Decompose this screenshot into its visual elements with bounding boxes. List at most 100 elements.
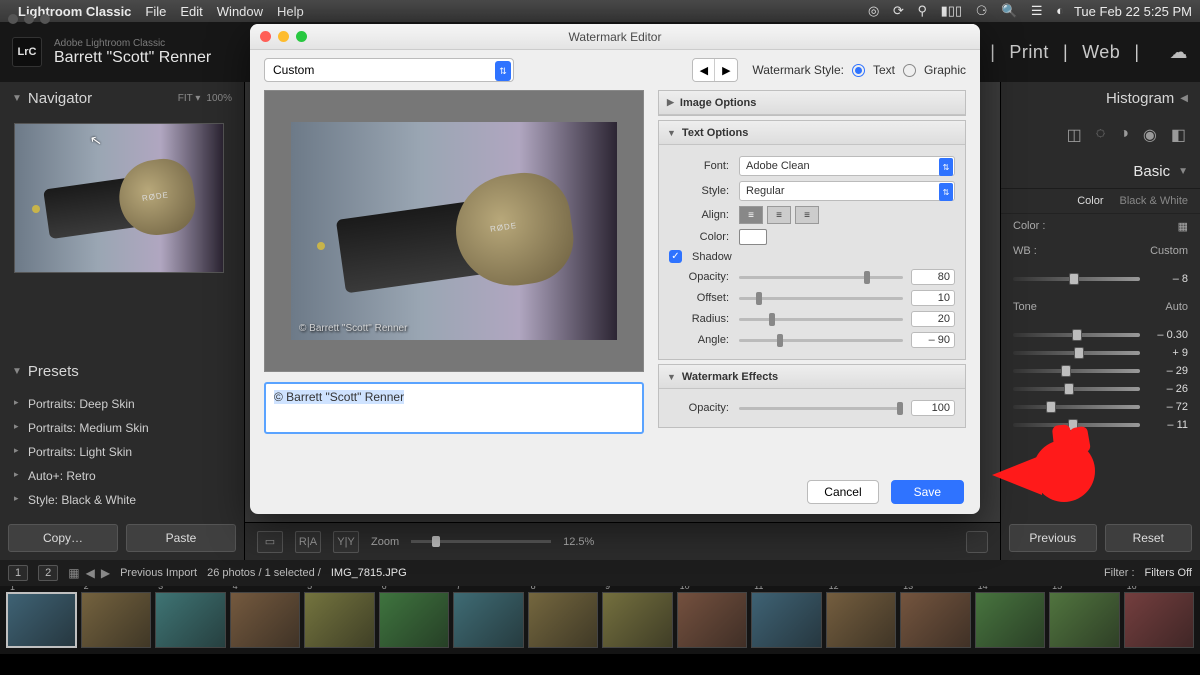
menu-file[interactable]: File — [145, 4, 166, 19]
redeye-tool-icon[interactable]: ◉ — [1143, 125, 1157, 145]
filmstrip-item[interactable]: 3 — [155, 592, 226, 648]
treatment-bw[interactable]: Black & White — [1120, 195, 1188, 207]
back-icon[interactable]: ◀ — [86, 566, 95, 580]
shadow-2-slider[interactable] — [739, 318, 903, 321]
shadow-3-value[interactable]: – 90 — [911, 332, 955, 348]
highlights-slider[interactable] — [1013, 369, 1140, 373]
menu-edit[interactable]: Edit — [180, 4, 202, 19]
shadow-checkbox[interactable]: ✓ — [669, 250, 682, 263]
text-options-header[interactable]: ▼Text Options — [659, 121, 965, 145]
profile-grid-icon[interactable]: ▦ — [1178, 220, 1188, 233]
shadow-1-value[interactable]: 10 — [911, 290, 955, 306]
heal-tool-icon[interactable]: ◌ — [1096, 125, 1106, 145]
basic-header[interactable]: Basic ▼ — [1001, 155, 1200, 189]
filmstrip-item[interactable]: 13 — [900, 592, 971, 648]
module-item[interactable]: Print — [1009, 42, 1049, 63]
preset-item[interactable]: Portraits: Deep Skin — [0, 392, 244, 416]
filmstrip[interactable]: 12345678910111213141516 — [0, 586, 1200, 654]
temp-slider[interactable] — [1013, 277, 1140, 281]
filmstrip-item[interactable]: 1 — [6, 592, 77, 648]
filmstrip-item[interactable]: 7 — [453, 592, 524, 648]
save-button[interactable]: Save — [891, 480, 964, 504]
crop-tool-icon[interactable]: ◫ — [1067, 125, 1082, 145]
gradient-tool-icon[interactable]: ◧ — [1171, 125, 1186, 145]
menubar-clock[interactable]: Tue Feb 22 5:25 PM — [1074, 4, 1192, 19]
grid-icon[interactable]: ▦ — [68, 566, 79, 580]
battery-icon[interactable]: ▮▯▯ — [941, 3, 962, 18]
siri-icon[interactable]: ◐ — [1056, 3, 1064, 18]
navigator-thumbnail[interactable] — [14, 123, 224, 273]
mask-tool-icon[interactable]: ◑ — [1119, 125, 1129, 145]
contrast-slider[interactable] — [1013, 351, 1140, 355]
style-graphic-radio[interactable] — [903, 64, 916, 77]
filmstrip-item[interactable]: 2 — [81, 592, 152, 648]
treatment-color[interactable]: Color — [1077, 195, 1103, 207]
shadows-slider[interactable] — [1013, 387, 1140, 391]
zoom-slider[interactable] — [411, 540, 551, 543]
filmstrip-item[interactable]: 16 — [1124, 592, 1195, 648]
spotlight-icon[interactable]: 🔍 — [1001, 3, 1017, 18]
secondary-display-1[interactable]: 1 — [8, 565, 28, 581]
cloud-sync-icon[interactable]: ☁ — [1170, 42, 1189, 63]
effects-header[interactable]: ▼Watermark Effects — [659, 365, 965, 389]
image-options-header[interactable]: ▶Image Options — [659, 91, 965, 115]
presets-header[interactable]: ▼ Presets — [0, 355, 244, 388]
exposure-slider[interactable] — [1013, 333, 1140, 337]
preset-item[interactable]: Style: Black & White — [0, 488, 244, 512]
wifi-icon[interactable]: ⚆ — [976, 3, 988, 18]
align-left-button[interactable]: ≡ — [739, 206, 763, 224]
style-text-radio[interactable] — [852, 64, 865, 77]
shadow-0-value[interactable]: 80 — [911, 269, 955, 285]
shadow-0-slider[interactable] — [739, 276, 903, 279]
bluetooth-icon[interactable]: ⚲ — [917, 3, 927, 18]
previous-button[interactable]: Previous — [1009, 524, 1097, 552]
auto-button[interactable]: Auto — [1165, 301, 1188, 313]
filmstrip-item[interactable]: 11 — [751, 592, 822, 648]
shadow-3-slider[interactable] — [739, 339, 903, 342]
secondary-display-2[interactable]: 2 — [38, 565, 58, 581]
cc-icon[interactable]: ◎ — [868, 3, 879, 18]
filmstrip-item[interactable]: 5 — [304, 592, 375, 648]
before-after-tb-icon[interactable]: Y|Y — [333, 531, 359, 553]
fwd-icon[interactable]: ▶ — [101, 566, 110, 580]
reset-button[interactable]: Reset — [1105, 524, 1193, 552]
filmstrip-item[interactable]: 12 — [826, 592, 897, 648]
nav-fit[interactable]: FIT ▾ — [178, 93, 201, 104]
font-select[interactable]: Adobe Clean⇅ — [739, 156, 955, 176]
watermark-text-input[interactable]: © Barrett "Scott" Renner — [264, 382, 644, 434]
shadow-2-value[interactable]: 20 — [911, 311, 955, 327]
filmstrip-item[interactable]: 8 — [528, 592, 599, 648]
copy-button[interactable]: Copy… — [8, 524, 118, 552]
dialog-traffic-lights[interactable] — [260, 31, 307, 42]
whites-slider[interactable] — [1013, 405, 1140, 409]
preset-item[interactable]: Auto+: Retro — [0, 464, 244, 488]
loupe-view-icon[interactable]: ▭ — [257, 531, 283, 553]
preset-dropdown[interactable]: Custom ⇅ — [264, 58, 514, 82]
preset-item[interactable]: Portraits: Medium Skin — [0, 416, 244, 440]
filmstrip-item[interactable]: 6 — [379, 592, 450, 648]
paste-button[interactable]: Paste — [126, 524, 236, 552]
sync-icon[interactable]: ⟳ — [893, 3, 904, 18]
navigator-header[interactable]: ▼ Navigator FIT ▾ 100% — [0, 82, 244, 115]
preset-item[interactable]: Portraits: Light Skin — [0, 440, 244, 464]
filmstrip-item[interactable]: 9 — [602, 592, 673, 648]
menu-window[interactable]: Window — [217, 4, 263, 19]
wb-value[interactable]: Custom — [1150, 245, 1188, 257]
color-swatch[interactable] — [739, 229, 767, 245]
filter-value[interactable]: Filters Off — [1145, 567, 1192, 579]
menu-help[interactable]: Help — [277, 4, 304, 19]
effects-opacity-slider[interactable] — [739, 407, 903, 410]
effects-opacity-value[interactable]: 100 — [911, 400, 955, 416]
control-center-icon[interactable]: ☰ — [1031, 3, 1043, 18]
histogram-header[interactable]: Histogram ◀ — [1001, 82, 1200, 115]
before-after-lr-icon[interactable]: R|A — [295, 531, 321, 553]
cancel-button[interactable]: Cancel — [807, 480, 878, 504]
shadow-1-slider[interactable] — [739, 297, 903, 300]
align-right-button[interactable]: ≡ — [795, 206, 819, 224]
style-select[interactable]: Regular⇅ — [739, 181, 955, 201]
filmstrip-item[interactable]: 10 — [677, 592, 748, 648]
soft-proof-toggle[interactable] — [966, 531, 988, 553]
align-center-button[interactable]: ≡ — [767, 206, 791, 224]
module-item[interactable]: Web — [1082, 42, 1120, 63]
filmstrip-item[interactable]: 4 — [230, 592, 301, 648]
